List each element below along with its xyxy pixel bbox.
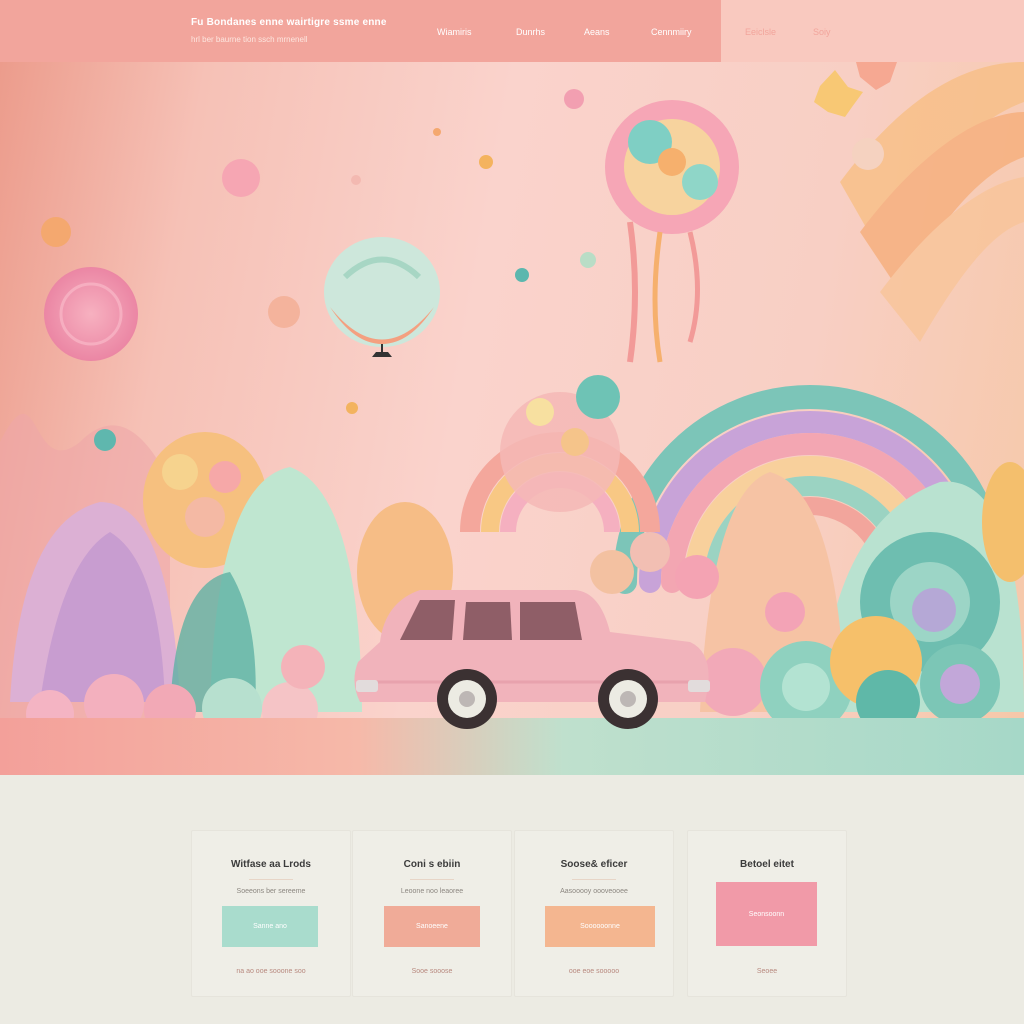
feature-card-button[interactable]: Seonsoonn [716, 882, 817, 946]
nav-link-1[interactable]: Wiamiris [437, 27, 472, 37]
swirl-stripes [840, 62, 1024, 342]
feature-card-4: Betoel eitet Seonsoonn Seoee [687, 830, 847, 997]
feature-card-button[interactable]: Soooooonne [545, 906, 655, 947]
features-section: Witfase aa Lrods Soeeons ber sereeme San… [0, 775, 1024, 1024]
feature-card-button[interactable]: Sanoeene [384, 906, 480, 947]
feature-card-subtitle: Aasooooy oooveooee [560, 888, 628, 895]
pink-car [354, 590, 710, 729]
pink-disc [44, 267, 138, 361]
feature-card-footer[interactable]: Sooe sooose [353, 968, 511, 975]
header-utility-bar: Eeiclsle Soiy [721, 0, 1024, 62]
hero-illustration [0, 62, 1024, 775]
card-divider [410, 879, 454, 880]
brand-title[interactable]: Fu Bondanes enne wairtigre ssme enne [191, 17, 387, 28]
feature-card-footer[interactable]: ooe eoe sooooo [515, 968, 673, 975]
feature-card-footer[interactable]: Seoee [688, 968, 846, 975]
nav-link-4[interactable]: Cennmiiry [651, 27, 692, 37]
feature-card-title: Witfase aa Lrods [231, 859, 311, 870]
ground-band [0, 718, 1024, 775]
feature-card-subtitle: Soeeons ber sereeme [236, 888, 306, 895]
feature-card-subtitle: Leoone noo leaoree [400, 888, 464, 895]
top-header: Fu Bondanes enne wairtigre ssme enne hrl… [0, 0, 1024, 62]
header-brand-bar: Fu Bondanes enne wairtigre ssme enne hrl… [0, 0, 721, 62]
nav-link-2[interactable]: Dunrhs [516, 27, 545, 37]
feature-card-1: Witfase aa Lrods Soeeons ber sereeme San… [191, 830, 351, 997]
card-divider [249, 879, 293, 880]
feature-card-button[interactable]: Sanne ano [222, 906, 318, 947]
feature-card-2: Coni s ebiin Leoone noo leaoree Sanoeene… [352, 830, 512, 997]
card-divider [572, 879, 616, 880]
nav-link-utility-2[interactable]: Soiy [813, 27, 831, 37]
hero-banner [0, 62, 1024, 775]
star-shape [814, 70, 863, 117]
hot-air-balloon [324, 237, 440, 357]
feature-card-title: Betoel eitet [740, 859, 794, 870]
feature-card-footer[interactable]: na ao ooe sooone soo [192, 968, 350, 975]
flower-balloon [605, 100, 739, 363]
feature-card-3: Soose& eficer Aasooooy oooveooee Soooooo… [514, 830, 674, 997]
nav-link-3[interactable]: Aeans [584, 27, 610, 37]
nav-link-utility-1[interactable]: Eeiclsle [745, 27, 776, 37]
brand-subtitle: hrl ber baurne tion ssch mrnenell [191, 35, 308, 44]
feature-card-title: Soose& eficer [560, 859, 628, 870]
feature-card-title: Coni s ebiin [403, 859, 461, 870]
